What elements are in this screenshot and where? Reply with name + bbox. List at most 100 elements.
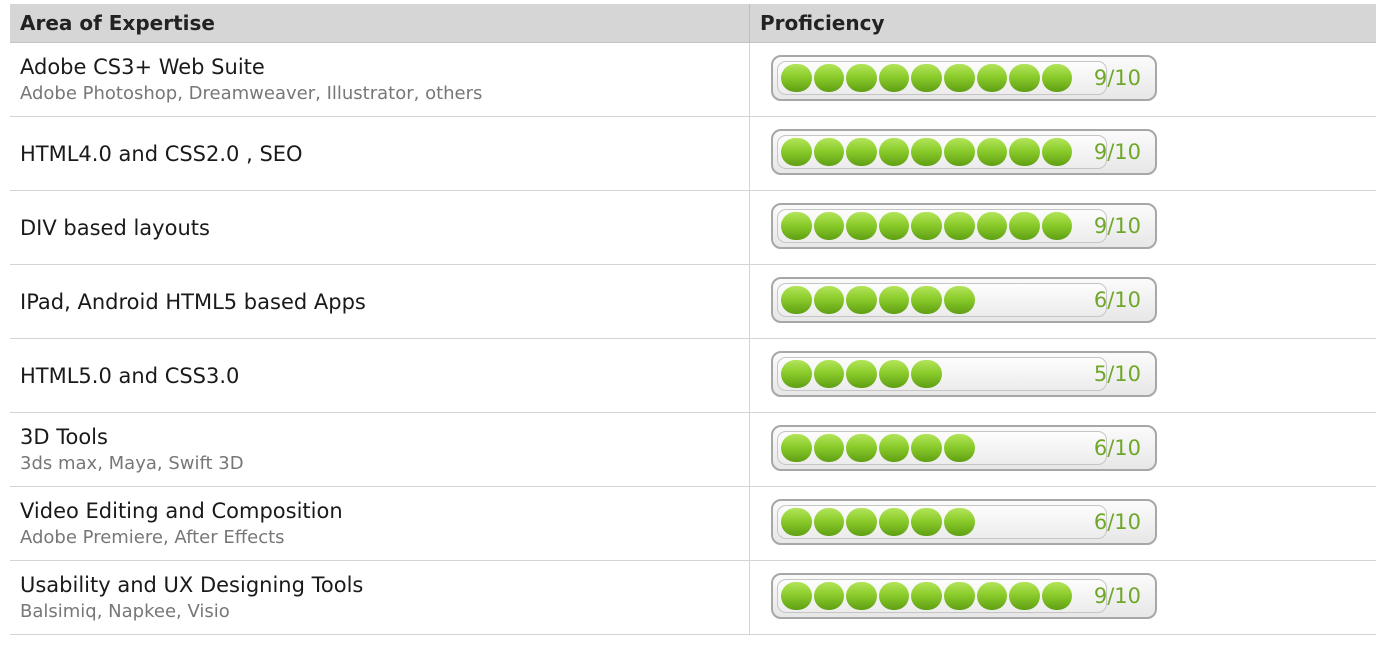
meter-segment <box>813 286 845 314</box>
proficiency-score: 9/10 <box>1093 584 1141 608</box>
header-proficiency: Proficiency <box>749 4 1376 42</box>
expertise-table: Area of Expertise Proficiency Adobe CS3+… <box>10 4 1376 635</box>
table-row: Video Editing and Composition Adobe Premi… <box>10 487 1376 561</box>
meter-segments <box>781 212 1105 240</box>
expertise-cell: Adobe CS3+ Web Suite Adobe Photoshop, Dre… <box>10 43 749 116</box>
expertise-title: Video Editing and Composition <box>20 498 343 523</box>
expertise-cell: HTML4.0 and CSS2.0 , SEO <box>10 117 749 190</box>
meter-segments <box>781 64 1105 92</box>
expertise-title: HTML5.0 and CSS3.0 <box>20 363 240 388</box>
meter-track <box>777 61 1107 95</box>
expertise-subtitle: 3ds max, Maya, Swift 3D <box>20 452 244 474</box>
expertise-title: 3D Tools <box>20 424 108 449</box>
meter-segment <box>943 286 975 314</box>
meter-segments <box>781 508 1105 536</box>
meter-segment <box>976 64 1008 92</box>
meter-segment <box>813 360 845 388</box>
expertise-title: DIV based layouts <box>20 215 210 240</box>
meter-segments <box>781 360 1105 388</box>
meter-segment <box>878 582 910 610</box>
meter-segments <box>781 434 1105 462</box>
meter-segment <box>846 212 877 240</box>
meter-segment <box>878 508 910 536</box>
meter-segment <box>878 434 910 462</box>
proficiency-cell: 6/10 <box>749 413 1376 486</box>
meter-segment <box>813 64 845 92</box>
table-row: Usability and UX Designing Tools Balsimiq… <box>10 561 1376 635</box>
proficiency-meter: 9/10 <box>771 203 1157 249</box>
meter-segment <box>911 212 942 240</box>
meter-segment <box>943 212 975 240</box>
table-row: 3D Tools 3ds max, Maya, Swift 3D 6/10 <box>10 413 1376 487</box>
proficiency-meter: 5/10 <box>771 351 1157 397</box>
proficiency-score: 9/10 <box>1093 66 1141 90</box>
expertise-cell: Video Editing and Composition Adobe Premi… <box>10 487 749 560</box>
meter-segment <box>878 138 910 166</box>
meter-segment <box>781 434 812 462</box>
meter-segment <box>846 64 877 92</box>
proficiency-cell: 9/10 <box>749 561 1376 634</box>
meter-segment <box>846 360 877 388</box>
meter-segment <box>813 212 845 240</box>
meter-segment <box>781 212 812 240</box>
meter-segment <box>1041 138 1073 166</box>
meter-segment <box>911 360 942 388</box>
meter-segment <box>813 138 845 166</box>
expertise-title: Usability and UX Designing Tools <box>20 572 364 597</box>
table-row: Adobe CS3+ Web Suite Adobe Photoshop, Dre… <box>10 43 1376 117</box>
meter-track <box>777 283 1107 317</box>
proficiency-cell: 6/10 <box>749 265 1376 338</box>
meter-segment <box>943 508 975 536</box>
meter-segment <box>911 286 942 314</box>
meter-track <box>777 209 1107 243</box>
proficiency-cell: 6/10 <box>749 487 1376 560</box>
meter-segment <box>878 360 910 388</box>
proficiency-cell: 5/10 <box>749 339 1376 412</box>
expertise-title: IPad, Android HTML5 based Apps <box>20 289 366 314</box>
meter-segment <box>813 508 845 536</box>
expertise-cell: 3D Tools 3ds max, Maya, Swift 3D <box>10 413 749 486</box>
meter-segment <box>911 64 942 92</box>
meter-segment <box>943 64 975 92</box>
proficiency-score: 9/10 <box>1093 140 1141 164</box>
meter-segment <box>781 360 812 388</box>
meter-segment <box>781 138 812 166</box>
proficiency-score: 6/10 <box>1093 510 1141 534</box>
meter-segment <box>846 508 877 536</box>
meter-track <box>777 431 1107 465</box>
proficiency-cell: 9/10 <box>749 117 1376 190</box>
meter-segment <box>813 434 845 462</box>
table-header-row: Area of Expertise Proficiency <box>10 4 1376 43</box>
meter-segment <box>781 582 812 610</box>
expertise-cell: IPad, Android HTML5 based Apps <box>10 265 749 338</box>
table-row: HTML5.0 and CSS3.0 5/10 <box>10 339 1376 413</box>
meter-segment <box>911 582 942 610</box>
expertise-subtitle: Adobe Premiere, After Effects <box>20 526 285 548</box>
proficiency-meter: 6/10 <box>771 425 1157 471</box>
expertise-cell: Usability and UX Designing Tools Balsimiq… <box>10 561 749 634</box>
proficiency-score: 6/10 <box>1093 436 1141 460</box>
meter-segment <box>781 508 812 536</box>
meter-segment <box>976 212 1008 240</box>
expertise-title: HTML4.0 and CSS2.0 , SEO <box>20 141 303 166</box>
meter-segment <box>878 286 910 314</box>
meter-segments <box>781 582 1105 610</box>
meter-segment <box>878 212 910 240</box>
meter-segment <box>976 582 1008 610</box>
header-area-of-expertise: Area of Expertise <box>20 11 215 35</box>
meter-segment <box>943 434 975 462</box>
proficiency-cell: 9/10 <box>749 43 1376 116</box>
meter-track <box>777 135 1107 169</box>
table-body: Adobe CS3+ Web Suite Adobe Photoshop, Dre… <box>10 43 1376 635</box>
meter-segment <box>1009 582 1040 610</box>
meter-segment <box>781 64 812 92</box>
expertise-subtitle: Adobe Photoshop, Dreamweaver, Illustrato… <box>20 82 483 104</box>
proficiency-meter: 9/10 <box>771 573 1157 619</box>
proficiency-meter: 6/10 <box>771 499 1157 545</box>
meter-segment <box>846 582 877 610</box>
meter-segment <box>846 286 877 314</box>
meter-segments <box>781 286 1105 314</box>
meter-segment <box>846 138 877 166</box>
meter-segment <box>1009 212 1040 240</box>
meter-segment <box>943 138 975 166</box>
